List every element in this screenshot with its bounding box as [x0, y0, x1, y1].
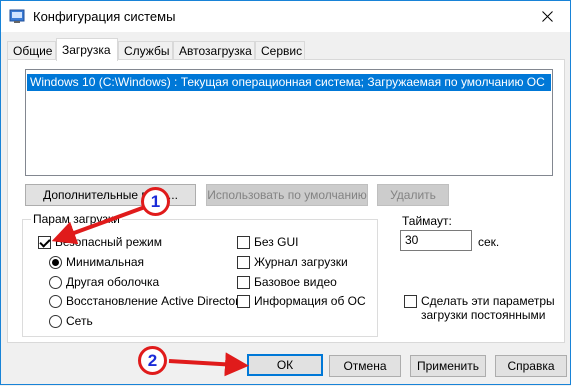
- set-default-button[interactable]: Использовать по умолчанию: [206, 184, 368, 206]
- radio-ad-repair[interactable]: Восстановление Active Directory: [49, 294, 245, 308]
- make-permanent-checkbox-box[interactable]: [404, 295, 417, 308]
- os-boot-info-label: Информация об ОС: [254, 294, 366, 308]
- os-boot-info-checkbox[interactable]: Информация об ОС: [237, 294, 366, 308]
- no-gui-label: Без GUI: [254, 235, 299, 249]
- boot-log-checkbox[interactable]: Журнал загрузки: [237, 255, 348, 269]
- radio-alternate-shell-label: Другая оболочка: [66, 275, 160, 289]
- arrow-to-ok: [168, 352, 249, 377]
- base-video-checkbox[interactable]: Базовое видео: [237, 275, 337, 289]
- os-list-item[interactable]: Windows 10 (C:\Windows) : Текущая операц…: [27, 74, 551, 91]
- title-bar: Конфигурация системы: [1, 1, 570, 32]
- boot-options-legend: Парам загрузки: [31, 212, 122, 226]
- help-button[interactable]: Справка: [495, 355, 567, 377]
- tab-tools[interactable]: Сервис: [255, 41, 305, 60]
- annotation-badge-2: 2: [138, 346, 167, 375]
- radio-alternate-shell[interactable]: Другая оболочка: [49, 275, 159, 289]
- timeout-unit: сек.: [478, 235, 500, 249]
- window-title: Конфигурация системы: [33, 9, 176, 24]
- radio-minimal[interactable]: Минимальная: [49, 255, 144, 269]
- os-boot-info-checkbox-box[interactable]: [237, 294, 250, 308]
- radio-minimal-dot[interactable]: [49, 255, 62, 269]
- safe-boot-checkbox[interactable]: Безопасный режим: [38, 235, 162, 249]
- radio-alternate-shell-dot[interactable]: [49, 275, 62, 289]
- os-list[interactable]: Windows 10 (C:\Windows) : Текущая операц…: [25, 69, 553, 176]
- tab-boot[interactable]: Загрузка: [56, 38, 118, 61]
- boot-tab-panel: Windows 10 (C:\Windows) : Текущая операц…: [7, 59, 565, 343]
- boot-options-group: Парам загрузки Безопасный режим Минималь…: [22, 212, 378, 337]
- make-permanent-label-line2: загрузки постоянными: [421, 308, 546, 322]
- ok-button[interactable]: ОК: [247, 354, 323, 376]
- make-permanent-label: Сделать эти параметры загрузки постоянны…: [421, 294, 555, 322]
- tab-general[interactable]: Общие: [7, 41, 56, 60]
- annotation-badge-1: 1: [141, 187, 170, 216]
- tab-startup[interactable]: Автозагрузка: [173, 41, 255, 60]
- timeout-input[interactable]: 30: [400, 230, 472, 251]
- boot-log-label: Журнал загрузки: [254, 255, 348, 269]
- apply-button[interactable]: Применить: [410, 355, 486, 377]
- radio-network-dot[interactable]: [49, 314, 62, 328]
- cancel-button[interactable]: Отмена: [329, 355, 401, 377]
- make-permanent-label-line1: Сделать эти параметры: [421, 294, 555, 308]
- tab-services[interactable]: Службы: [118, 41, 173, 60]
- safe-boot-label: Безопасный режим: [55, 235, 162, 249]
- close-button[interactable]: [524, 1, 570, 32]
- make-permanent-checkbox[interactable]: Сделать эти параметры загрузки постоянны…: [404, 294, 555, 322]
- radio-ad-repair-dot[interactable]: [49, 294, 62, 308]
- msconfig-icon: [9, 8, 25, 24]
- no-gui-checkbox-box[interactable]: [237, 235, 250, 249]
- base-video-checkbox-box[interactable]: [237, 275, 250, 289]
- safe-boot-checkbox-box[interactable]: [38, 235, 51, 249]
- advanced-options-button[interactable]: Дополнительные пара...: [25, 184, 196, 206]
- base-video-label: Базовое видео: [254, 275, 337, 289]
- radio-network-label: Сеть: [66, 314, 93, 328]
- delete-button[interactable]: Удалить: [377, 184, 449, 206]
- radio-network[interactable]: Сеть: [49, 314, 93, 328]
- timeout-label: Таймаут:: [402, 214, 452, 228]
- close-icon: [541, 11, 553, 22]
- system-configuration-window: Конфигурация системы Общие Загрузка Служ…: [0, 0, 571, 385]
- no-gui-checkbox[interactable]: Без GUI: [237, 235, 298, 249]
- boot-log-checkbox-box[interactable]: [237, 255, 250, 269]
- radio-minimal-label: Минимальная: [66, 255, 145, 269]
- radio-ad-repair-label: Восстановление Active Directory: [66, 294, 246, 308]
